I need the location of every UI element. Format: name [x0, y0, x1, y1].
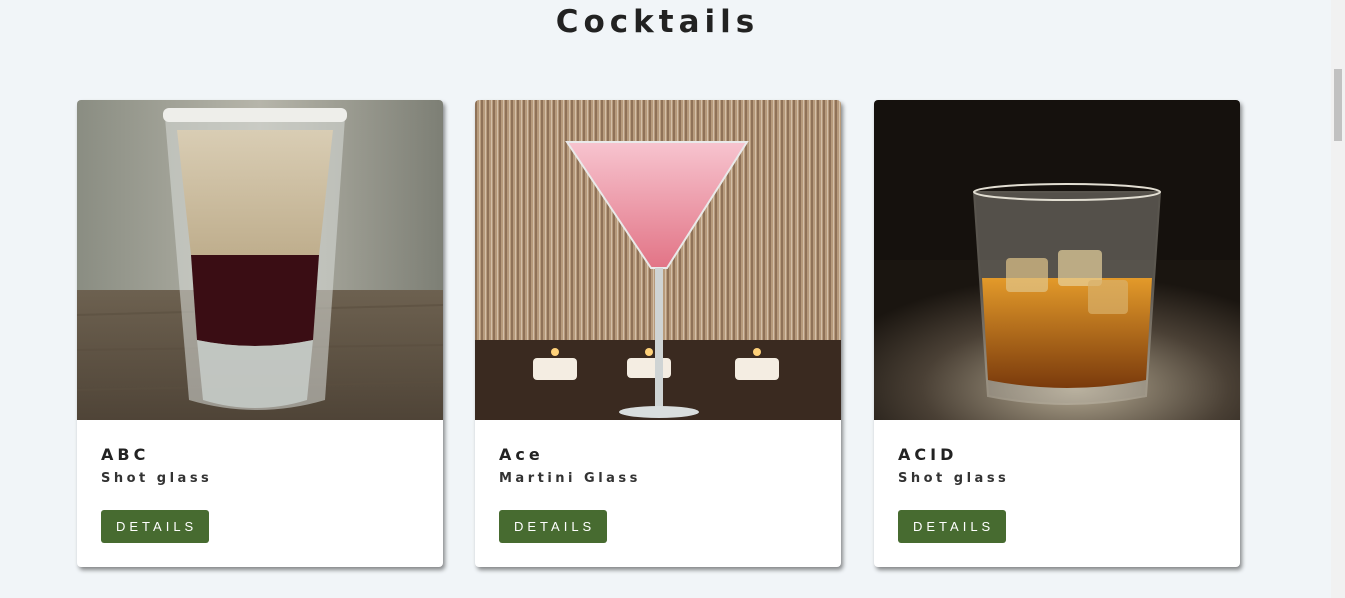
cocktail-photo	[874, 100, 1240, 420]
cocktail-card: Ace Martini Glass DETAILS	[475, 100, 841, 567]
card-info: ABC Shot glass DETAILS	[77, 420, 443, 543]
cocktail-photo	[77, 100, 443, 420]
cocktail-photo	[475, 100, 841, 420]
scrollbar-thumb[interactable]	[1334, 69, 1342, 141]
cocktail-glass: Shot glass	[101, 471, 213, 486]
cocktail-glass: Shot glass	[898, 471, 1010, 486]
cocktail-name: Ace	[499, 445, 544, 464]
cocktail-glass: Martini Glass	[499, 471, 641, 486]
page-title: Cocktails	[555, 4, 760, 40]
vertical-scrollbar[interactable]	[1331, 0, 1345, 598]
details-button[interactable]: DETAILS	[101, 510, 210, 543]
details-button[interactable]: DETAILS	[499, 510, 608, 543]
cocktail-name: ABC	[101, 445, 150, 464]
card-info: ACID Shot glass DETAILS	[874, 420, 1240, 543]
cocktail-name: ACID	[898, 445, 958, 464]
cocktail-card: ABC Shot glass DETAILS	[77, 100, 443, 567]
card-info: Ace Martini Glass DETAILS	[475, 420, 841, 543]
details-button[interactable]: DETAILS	[898, 510, 1007, 543]
cocktail-card: ACID Shot glass DETAILS	[874, 100, 1240, 567]
cocktails-page: Cocktails ABC Shot glass DETAILS Ace Mar…	[0, 0, 1345, 598]
